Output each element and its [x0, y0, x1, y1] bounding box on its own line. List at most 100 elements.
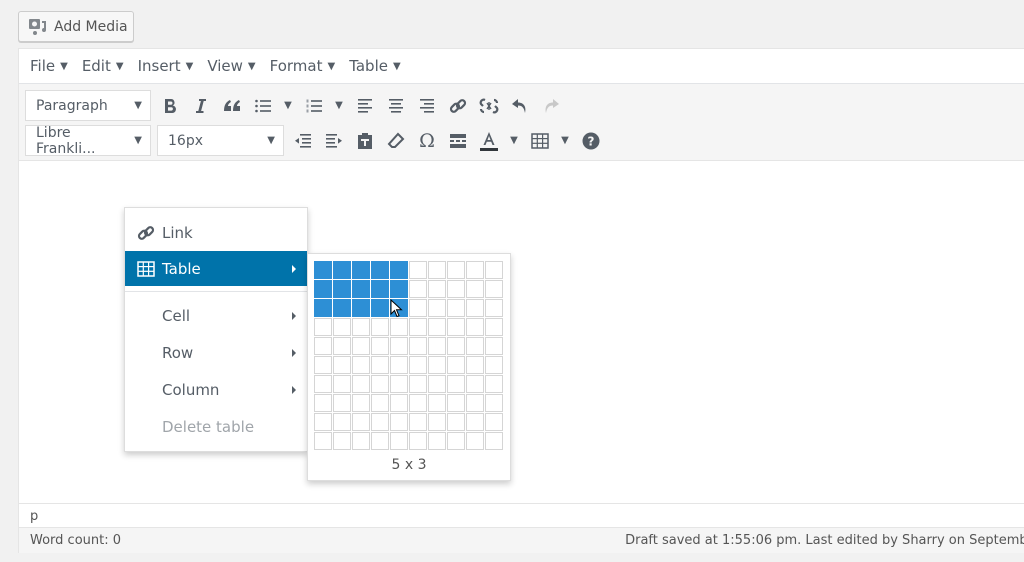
redo-button[interactable]	[538, 91, 564, 121]
grid-cell[interactable]	[428, 261, 446, 279]
grid-cell[interactable]	[371, 280, 389, 298]
grid-cell[interactable]	[447, 299, 465, 317]
grid-cell[interactable]	[371, 356, 389, 374]
grid-cell[interactable]	[390, 356, 408, 374]
bullet-list-button[interactable]	[250, 91, 276, 121]
grid-cell[interactable]	[466, 356, 484, 374]
grid-cell[interactable]	[466, 432, 484, 450]
grid-cell[interactable]	[314, 280, 332, 298]
grid-cell[interactable]	[390, 394, 408, 412]
grid-cell[interactable]	[485, 261, 503, 279]
grid-cell[interactable]	[314, 375, 332, 393]
grid-cell[interactable]	[485, 375, 503, 393]
menu-format[interactable]: Format ▼	[263, 57, 343, 75]
grid-cell[interactable]	[485, 337, 503, 355]
grid-cell[interactable]	[447, 432, 465, 450]
grid-cell[interactable]	[409, 299, 427, 317]
grid-cell[interactable]	[352, 356, 370, 374]
grid-cell[interactable]	[409, 394, 427, 412]
text-color-button[interactable]	[476, 126, 502, 156]
grid-cell[interactable]	[371, 375, 389, 393]
grid-cell[interactable]	[466, 375, 484, 393]
grid-cell[interactable]	[352, 394, 370, 412]
grid-cell[interactable]	[409, 318, 427, 336]
grid-cell[interactable]	[371, 299, 389, 317]
blockquote-button[interactable]	[219, 91, 245, 121]
ctx-item-table[interactable]: Table	[125, 251, 307, 286]
grid-cell[interactable]	[485, 356, 503, 374]
special-character-button[interactable]: Ω	[414, 126, 440, 156]
grid-cell[interactable]	[352, 261, 370, 279]
grid-cell[interactable]	[428, 413, 446, 431]
grid-cell[interactable]	[352, 280, 370, 298]
grid-cell[interactable]	[333, 337, 351, 355]
grid-cell[interactable]	[390, 280, 408, 298]
grid-cell[interactable]	[428, 394, 446, 412]
grid-cell[interactable]	[333, 280, 351, 298]
grid-cell[interactable]	[447, 318, 465, 336]
bold-button[interactable]	[157, 91, 183, 121]
grid-cell[interactable]	[428, 280, 446, 298]
grid-cell[interactable]	[390, 299, 408, 317]
table-dropdown[interactable]: ▼	[558, 126, 572, 156]
grid-cell[interactable]	[428, 356, 446, 374]
grid-cell[interactable]	[447, 375, 465, 393]
grid-cell[interactable]	[409, 356, 427, 374]
grid-cell[interactable]	[333, 394, 351, 412]
ctx-item-cell[interactable]: Cell	[125, 297, 307, 334]
grid-cell[interactable]	[333, 318, 351, 336]
menu-edit[interactable]: Edit ▼	[75, 57, 131, 75]
grid-cell[interactable]	[333, 413, 351, 431]
grid-cell[interactable]	[352, 318, 370, 336]
grid-cell[interactable]	[371, 394, 389, 412]
grid-cell[interactable]	[466, 261, 484, 279]
grid-cell[interactable]	[466, 299, 484, 317]
grid-cell[interactable]	[390, 337, 408, 355]
grid-cell[interactable]	[314, 318, 332, 336]
grid-cell[interactable]	[390, 375, 408, 393]
grid-cell[interactable]	[428, 375, 446, 393]
menu-file[interactable]: File ▼	[23, 57, 75, 75]
remove-link-button[interactable]	[476, 91, 502, 121]
grid-cell[interactable]	[409, 413, 427, 431]
horizontal-line-button[interactable]	[445, 126, 471, 156]
align-right-button[interactable]	[414, 91, 440, 121]
numbered-list-button[interactable]	[301, 91, 327, 121]
grid-cell[interactable]	[390, 318, 408, 336]
grid-cell[interactable]	[371, 432, 389, 450]
grid-cell[interactable]	[333, 356, 351, 374]
grid-cell[interactable]	[466, 413, 484, 431]
grid-cell[interactable]	[466, 394, 484, 412]
menu-view[interactable]: View ▼	[200, 57, 262, 75]
element-path[interactable]: p	[19, 503, 1024, 526]
italic-button[interactable]	[188, 91, 214, 121]
grid-cell[interactable]	[447, 337, 465, 355]
grid-cell[interactable]	[409, 375, 427, 393]
grid-cell[interactable]	[352, 299, 370, 317]
grid-cell[interactable]	[314, 337, 332, 355]
ctx-item-row[interactable]: Row	[125, 334, 307, 371]
grid-cell[interactable]	[447, 261, 465, 279]
grid-cell[interactable]	[314, 299, 332, 317]
grid-cell[interactable]	[447, 413, 465, 431]
grid-cell[interactable]	[390, 413, 408, 431]
grid-cell[interactable]	[352, 432, 370, 450]
grid-cell[interactable]	[466, 280, 484, 298]
grid-cell[interactable]	[447, 394, 465, 412]
grid-cell[interactable]	[352, 413, 370, 431]
outdent-button[interactable]	[290, 126, 316, 156]
align-center-button[interactable]	[383, 91, 409, 121]
grid-cell[interactable]	[485, 394, 503, 412]
undo-button[interactable]	[507, 91, 533, 121]
menu-table[interactable]: Table ▼	[342, 57, 408, 75]
grid-cell[interactable]	[333, 432, 351, 450]
insert-link-button[interactable]	[445, 91, 471, 121]
ctx-item-link[interactable]: Link	[125, 215, 307, 251]
grid-cell[interactable]	[333, 261, 351, 279]
grid-cell[interactable]	[428, 337, 446, 355]
table-button[interactable]	[527, 126, 553, 156]
grid-cell[interactable]	[409, 280, 427, 298]
grid-cell[interactable]	[466, 337, 484, 355]
text-color-dropdown[interactable]: ▼	[507, 126, 521, 156]
grid-cell[interactable]	[314, 356, 332, 374]
